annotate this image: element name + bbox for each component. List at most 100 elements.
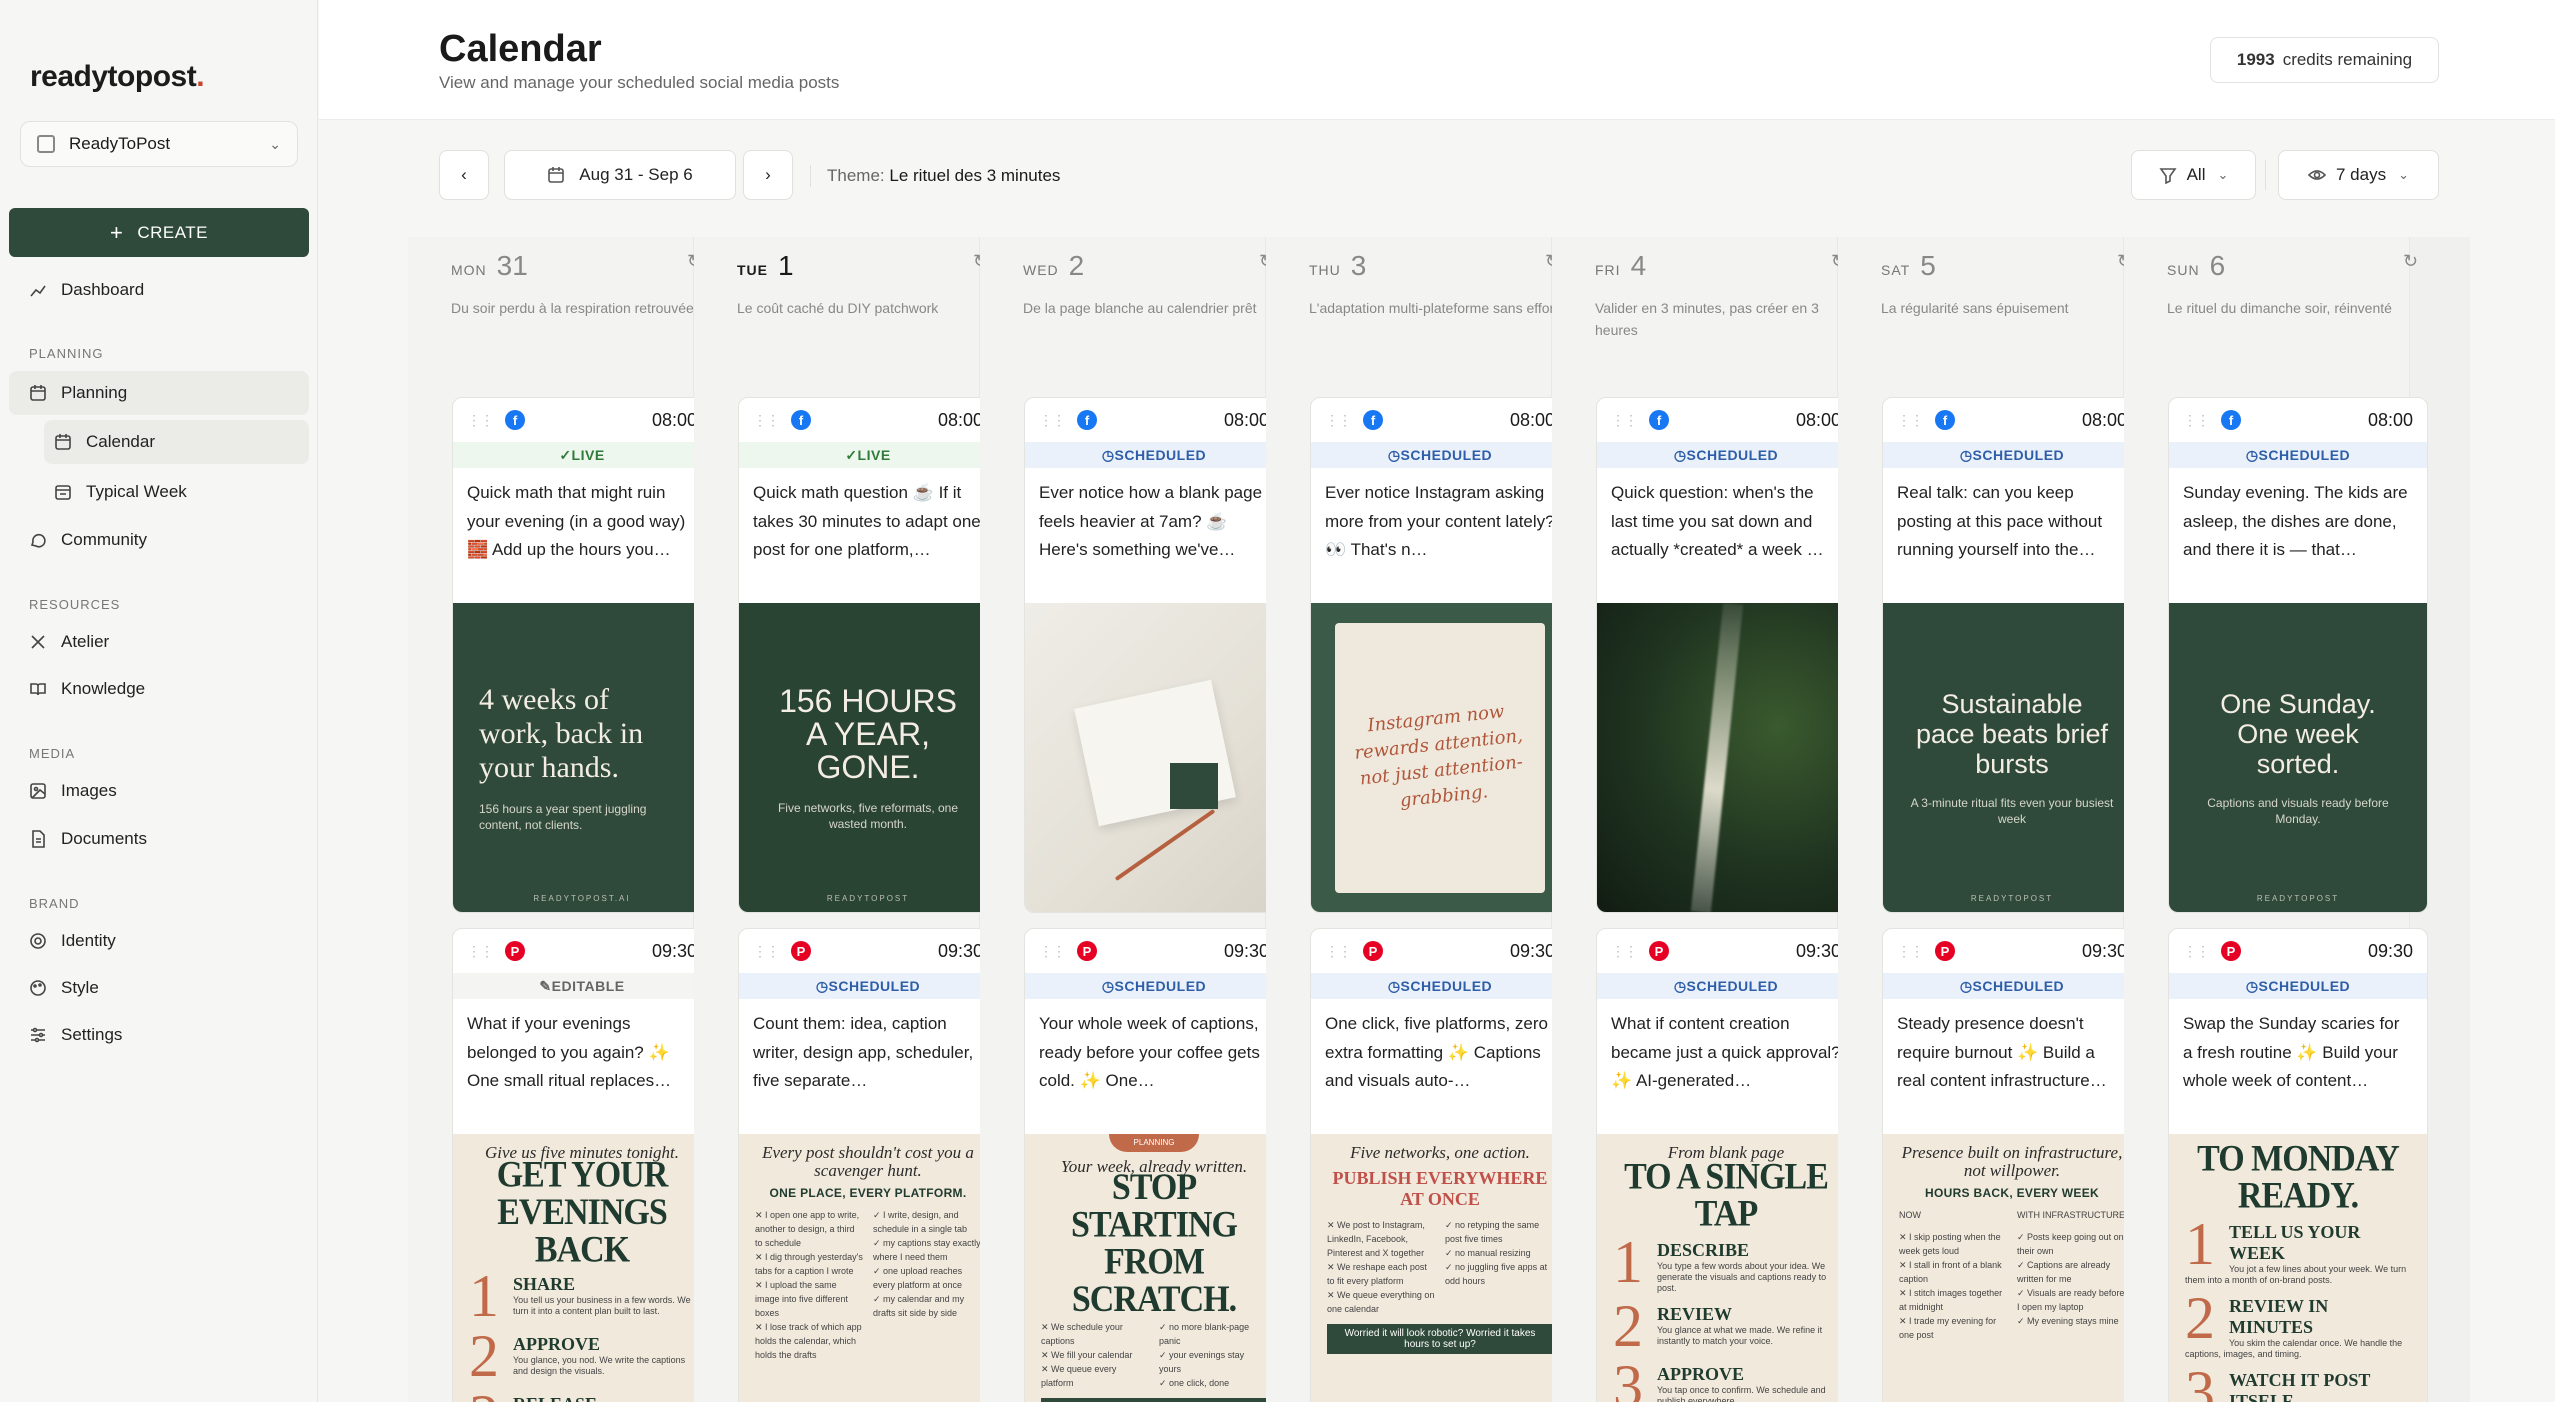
post-card[interactable]: ⋮⋮ P 09:30 ◷ SCHEDULED One click, five platf… — [1310, 928, 1570, 1402]
sidebar-item-typical-week[interactable]: Typical Week — [44, 470, 309, 514]
drag-handle-icon[interactable]: ⋮⋮ — [1897, 943, 1924, 960]
post-image[interactable]: Give us five minutes tonight. GET YOUR EV… — [453, 1134, 711, 1402]
poster-comparison: ✕ We schedule your captions ✕ We fill you… — [1041, 1320, 1267, 1390]
post-card[interactable]: ⋮⋮ f 08:00 ◷ SCHEDULED Sunday evening. The k… — [2168, 397, 2428, 913]
credits-badge[interactable]: 1993 credits remaining — [2210, 37, 2439, 83]
post-image[interactable]: Instagram now rewards attention, not jus… — [1311, 603, 1569, 912]
post-image[interactable]: 4 weeks of work, back in your hands. 156 … — [453, 603, 711, 912]
status-badge: ◷ SCHEDULED — [2169, 973, 2427, 999]
day-date: 2 — [1068, 250, 1085, 281]
drag-handle-icon[interactable]: ⋮⋮ — [2183, 943, 2210, 960]
filter-dropdown[interactable]: All ⌄ — [2131, 150, 2256, 200]
day-name: WED — [1023, 262, 1059, 278]
post-image[interactable]: Sustainable pace beats brief bursts A 3-m… — [1883, 603, 2141, 912]
sidebar-item-atelier[interactable]: Atelier — [9, 620, 309, 664]
post-card-header: ⋮⋮ f 08:00 — [1883, 398, 2141, 442]
sidebar-item-identity[interactable]: Identity — [9, 919, 309, 963]
day-name: SUN — [2167, 262, 2200, 278]
post-card[interactable]: ⋮⋮ P 09:30 ◷ SCHEDULED Your whole week of ca… — [1024, 928, 1284, 1402]
post-card[interactable]: ⋮⋮ f 08:00 ◷ SCHEDULED Ever notice how a bla… — [1024, 397, 1284, 913]
day-theme: La régularité sans épuisement — [1881, 300, 2069, 316]
post-image[interactable]: Every post shouldn't cost you a scavenge… — [739, 1134, 997, 1402]
clock-icon: ◷ — [2245, 977, 2259, 994]
drag-handle-icon[interactable]: ⋮⋮ — [753, 943, 780, 960]
drag-handle-icon[interactable]: ⋮⋮ — [1325, 412, 1352, 429]
day-theme: L'adaptation multi-plateforme sans effor… — [1309, 300, 1559, 316]
post-card[interactable]: ⋮⋮ P 09:30 ✎ EDITABLE What if your evenings … — [452, 928, 712, 1402]
sidebar-item-documents[interactable]: Documents — [9, 817, 309, 861]
drag-handle-icon[interactable]: ⋮⋮ — [1039, 943, 1066, 960]
refresh-icon[interactable]: ↻ — [2403, 252, 2421, 270]
sidebar-item-community[interactable]: Community — [9, 518, 309, 562]
section-media: MEDIA — [29, 746, 76, 761]
sidebar-item-dashboard[interactable]: Dashboard — [9, 268, 309, 312]
status-badge: ◷ SCHEDULED — [1311, 442, 1569, 468]
sidebar-item-style[interactable]: Style — [9, 966, 309, 1010]
post-card[interactable]: ⋮⋮ P 09:30 ◷ SCHEDULED Swap the Sunday scari… — [2168, 928, 2428, 1402]
poster-list-item: ✕ We fill your calendar — [1041, 1348, 1149, 1362]
poster-step-number: 3 — [1613, 1358, 1643, 1402]
date-range-button[interactable]: Aug 31 - Sep 6 — [504, 150, 736, 200]
day-name: TUE — [737, 262, 768, 278]
post-image[interactable]: TO MONDAY READY. 1 TELL US YOUR WEEK You jo… — [2169, 1134, 2427, 1402]
status-label: SCHEDULED — [1972, 978, 2065, 994]
post-image[interactable]: Presence built on infrastructure, not wi… — [1883, 1134, 2141, 1402]
post-image[interactable]: PLANNING Your week, already written. STOP … — [1025, 1134, 1283, 1402]
post-image[interactable]: 156 HOURS A YEAR, GONE. Five networks, fi… — [739, 603, 997, 912]
drag-handle-icon[interactable]: ⋮⋮ — [1897, 412, 1924, 429]
post-image[interactable]: Five networks, one action. PUBLISH EVERYW… — [1311, 1134, 1569, 1402]
visual-subline: Captions and visuals ready before Monday… — [2207, 796, 2389, 826]
x-icon: ✕ — [1327, 1262, 1338, 1272]
sidebar-item-images[interactable]: Images — [9, 769, 309, 813]
poster-list-item: ✕ We queue every platform — [1041, 1362, 1149, 1390]
x-icon: ✕ — [1899, 1260, 1910, 1270]
create-button[interactable]: + CREATE — [9, 208, 309, 257]
post-image[interactable]: One Sunday. One week sorted. Captions and… — [2169, 603, 2427, 912]
sidebar-item-knowledge[interactable]: Knowledge — [9, 667, 309, 711]
check-icon: ✓ — [873, 1266, 884, 1276]
prev-week-button[interactable]: ‹ — [439, 150, 489, 200]
post-card[interactable]: ⋮⋮ f 08:00 ✓ LIVE Quick math question ☕ If i… — [738, 397, 998, 913]
status-badge: ✎ EDITABLE — [453, 973, 711, 999]
post-image[interactable] — [1025, 603, 1283, 912]
sidebar-item-calendar[interactable]: Calendar — [44, 420, 309, 464]
drag-handle-icon[interactable]: ⋮⋮ — [1039, 412, 1066, 429]
sidebar-item-planning[interactable]: Planning — [9, 371, 309, 415]
drag-handle-icon[interactable]: ⋮⋮ — [2183, 412, 2210, 429]
status-label: SCHEDULED — [2258, 447, 2351, 463]
workspace-selector[interactable]: ReadyToPost ⌄ — [20, 121, 298, 167]
post-card[interactable]: ⋮⋮ f 08:00 ◷ SCHEDULED Quick question: when'… — [1596, 397, 1856, 913]
poster-step: 3 APPROVE You tap once to confirm. We sche… — [1613, 1358, 1839, 1402]
post-card[interactable]: ⋮⋮ f 08:00 ◷ SCHEDULED Real talk: can you ke… — [1882, 397, 2142, 913]
status-badge: ◷ SCHEDULED — [1311, 973, 1569, 999]
post-card[interactable]: ⋮⋮ P 09:30 ◷ SCHEDULED Steady presence doesn… — [1882, 928, 2142, 1402]
drag-handle-icon[interactable]: ⋮⋮ — [1611, 412, 1638, 429]
drag-handle-icon[interactable]: ⋮⋮ — [1325, 943, 1352, 960]
post-card[interactable]: ⋮⋮ P 09:30 ◷ SCHEDULED Count them: idea, cap… — [738, 928, 998, 1402]
drag-handle-icon[interactable]: ⋮⋮ — [753, 412, 780, 429]
torn-paper-shape: Instagram now rewards attention, not jus… — [1335, 623, 1545, 893]
poster-list-text: no juggling five apps at odd hours — [1445, 1262, 1548, 1286]
x-icon: ✕ — [1041, 1350, 1052, 1360]
status-label: EDITABLE — [551, 978, 625, 994]
check-icon: ✓ — [559, 446, 572, 463]
post-card[interactable]: ⋮⋮ P 09:30 ◷ SCHEDULED What if content creat… — [1596, 928, 1856, 1402]
post-image[interactable]: From blank page TO A SINGLE TAP 1 DESCRIBE Y… — [1597, 1134, 1855, 1402]
poster-step: 2 APPROVE You glance, you nod. We write th… — [469, 1328, 695, 1384]
drag-handle-icon[interactable]: ⋮⋮ — [467, 412, 494, 429]
logo[interactable]: readytopost. — [30, 60, 205, 94]
chevron-down-icon: ⌄ — [2398, 167, 2409, 182]
poster-step: 1 TELL US YOUR WEEK You jot a few lines ab… — [2185, 1216, 2411, 1286]
day-date: 4 — [1630, 250, 1647, 281]
view-range-dropdown[interactable]: 7 days ⌄ — [2278, 150, 2439, 200]
post-image[interactable] — [1597, 603, 1855, 912]
pinterest-icon: P — [1363, 941, 1383, 961]
post-card[interactable]: ⋮⋮ f 08:00 ◷ SCHEDULED Ever notice Instagram… — [1310, 397, 1570, 913]
sidebar-item-settings[interactable]: Settings — [9, 1013, 309, 1057]
poster-list-item: ✕ We queue everything on one calendar — [1327, 1288, 1435, 1316]
day-header: FRI 4 — [1595, 250, 1647, 281]
drag-handle-icon[interactable]: ⋮⋮ — [1611, 943, 1638, 960]
drag-handle-icon[interactable]: ⋮⋮ — [467, 943, 494, 960]
next-week-button[interactable]: › — [743, 150, 793, 200]
post-card[interactable]: ⋮⋮ f 08:00 ✓ LIVE Quick math that might ruin… — [452, 397, 712, 913]
